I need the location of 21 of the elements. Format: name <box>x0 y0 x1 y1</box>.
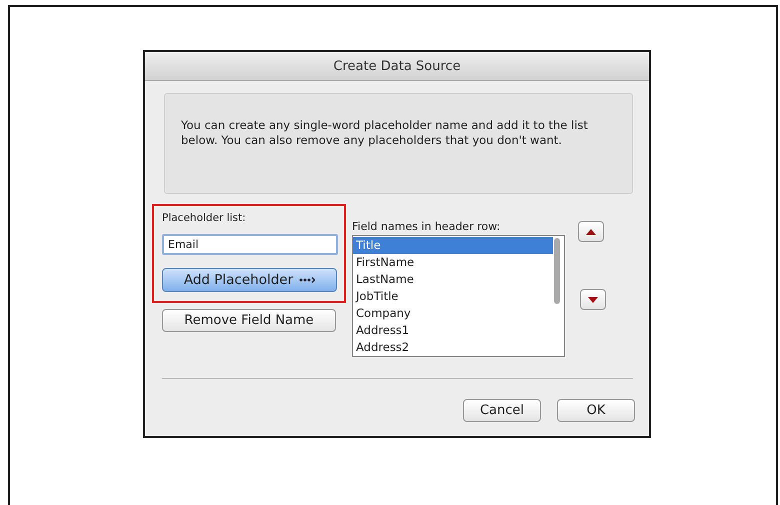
add-placeholder-button[interactable]: Add Placeholder <box>162 268 337 292</box>
list-item[interactable]: JobTitle <box>353 288 553 305</box>
list-item[interactable]: LastName <box>353 271 553 288</box>
dialog-button[interactable]: Cancel <box>463 399 541 422</box>
list-label: Field names in header row: <box>352 220 502 233</box>
list-item[interactable]: Title <box>353 237 553 254</box>
message-text: You can create any single-word placeholder name and add it to the list below. You can also remove any placeholders that you don't want. <box>164 93 633 194</box>
down-triangle-icon <box>588 296 598 302</box>
remove-field-button[interactable]: Remove Field Name <box>162 309 336 332</box>
dots-icon <box>299 277 316 283</box>
field-label: Placeholder list: <box>162 212 247 224</box>
placeholder-field[interactable]: Email <box>162 234 338 255</box>
list-item[interactable]: Company <box>353 305 553 322</box>
dialog-button[interactable]: OK <box>557 399 635 422</box>
list-item[interactable]: Address2 <box>353 339 553 356</box>
list-item[interactable]: Address1 <box>353 322 553 339</box>
list-item[interactable]: FirstName <box>353 254 553 271</box>
scrollbar[interactable] <box>553 238 561 304</box>
move-down-button[interactable] <box>580 289 606 310</box>
up-triangle-icon <box>586 228 596 234</box>
move-up-button[interactable] <box>578 221 604 242</box>
